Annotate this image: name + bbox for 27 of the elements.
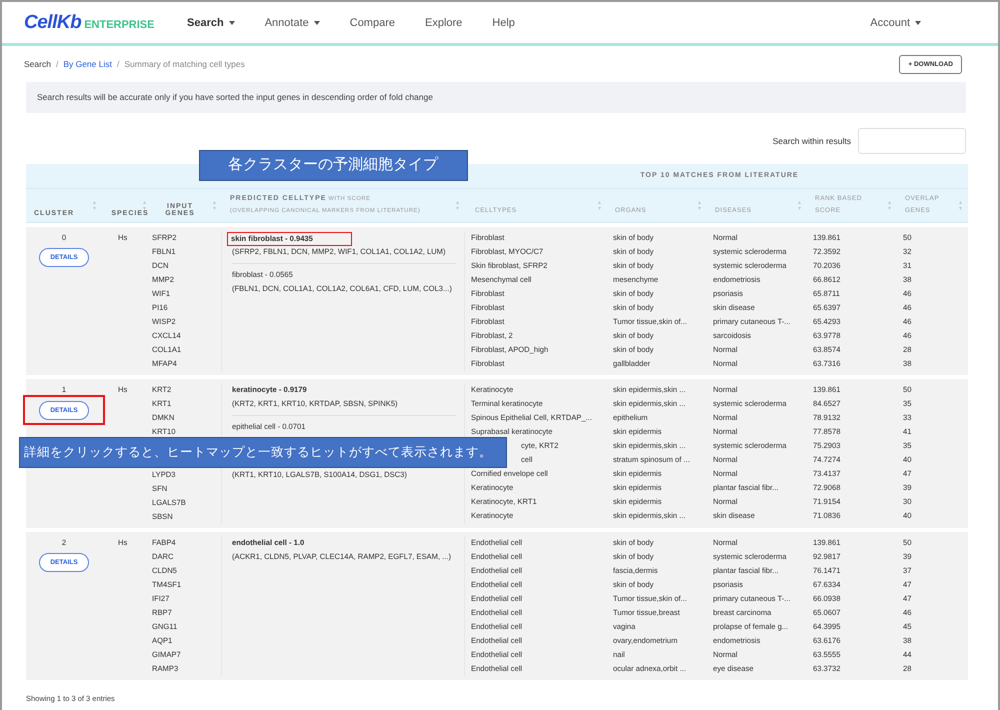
breadcrumb-link[interactable]: Search xyxy=(24,59,51,69)
sort-icon[interactable] xyxy=(456,201,459,210)
sort-icon[interactable] xyxy=(93,201,96,210)
search-label: Search within results xyxy=(772,136,851,146)
callout-label: 詳細をクリックすると、ヒートマップと一致するヒットがすべて表示されます。 xyxy=(19,437,507,468)
account-menu[interactable]: Account xyxy=(870,16,921,28)
nav-item[interactable]: Help xyxy=(492,16,515,28)
sort-icon[interactable] xyxy=(143,201,146,210)
nav-item[interactable]: Explore xyxy=(425,16,462,28)
search-field[interactable] xyxy=(858,128,966,154)
breadcrumb-separator: / xyxy=(116,59,120,69)
breadcrumb-link[interactable]: By Gene List xyxy=(63,59,112,69)
logo[interactable]: CellKb xyxy=(24,12,82,34)
nav-item[interactable]: Search xyxy=(187,16,235,28)
breadcrumb-separator: / xyxy=(56,59,58,69)
sort-icon[interactable] xyxy=(698,201,701,210)
nav-item[interactable]: Annotate xyxy=(264,16,320,28)
notice-text: Search results will be accurate only if you have sorted the input genes in descending order of fold change xyxy=(26,82,966,113)
sort-icon[interactable] xyxy=(888,201,891,210)
sort-icon[interactable] xyxy=(213,201,216,210)
nav-item[interactable]: Compare xyxy=(350,16,395,28)
callout-label: 各クラスターの予測細胞タイプ xyxy=(199,150,468,181)
edition-label: ENTERPRISE xyxy=(84,18,154,30)
breadcrumb-current: Summary of matching cell types xyxy=(124,59,245,69)
sort-icon[interactable] xyxy=(598,201,601,210)
sort-icon[interactable] xyxy=(798,201,801,210)
sort-icon[interactable] xyxy=(959,201,962,210)
